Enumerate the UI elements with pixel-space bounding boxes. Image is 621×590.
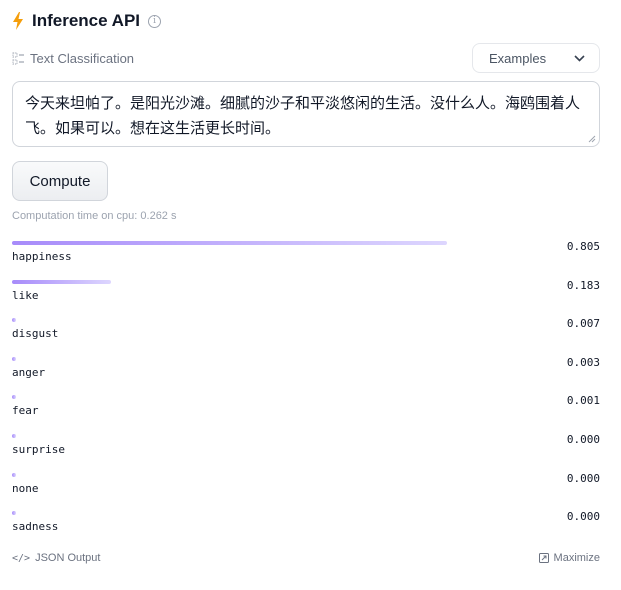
- result-score: 0.000: [566, 510, 600, 524]
- task-label: Text Classification: [12, 49, 134, 67]
- examples-label: Examples: [489, 50, 547, 66]
- text-input[interactable]: 今天来坦帕了。是阳光沙滩。细腻的沙子和平淡悠闲的生活。没什么人。海鸥围着人飞。如…: [12, 81, 600, 147]
- result-label: disgust: [12, 327, 59, 341]
- result-score: 0.805: [566, 240, 600, 253]
- score-bar: [12, 433, 16, 438]
- score-bar: [12, 395, 16, 400]
- result-label: fear: [12, 404, 39, 418]
- result-row: surprise 0.000: [12, 429, 600, 468]
- chevron-down-icon: [574, 54, 585, 62]
- result-row: anger 0.003: [12, 352, 600, 391]
- maximize-button[interactable]: Maximize: [538, 552, 600, 564]
- score-bar: [12, 472, 16, 477]
- json-output-toggle[interactable]: </> JSON Output: [12, 552, 100, 564]
- score-bar: [12, 356, 16, 361]
- result-row: happiness 0.805: [12, 236, 600, 275]
- lightning-icon: [13, 12, 23, 30]
- score-bar: [12, 318, 16, 323]
- score-bar: [12, 279, 111, 284]
- computation-time: Computation time on cpu: 0.262 s: [12, 210, 177, 222]
- result-label: surprise: [12, 442, 65, 456]
- result-row: fear 0.001: [12, 390, 600, 429]
- code-icon: </>: [12, 552, 31, 564]
- score-bar: [12, 511, 16, 516]
- result-row: like 0.183: [12, 275, 600, 314]
- compute-button[interactable]: Compute: [12, 161, 108, 201]
- result-label: happiness: [12, 250, 72, 263]
- result-label: none: [12, 481, 39, 495]
- result-row: sadness 0.000: [12, 506, 600, 545]
- result-score: 0.003: [566, 355, 600, 369]
- result-label: anger: [12, 365, 46, 379]
- result-row: disgust 0.007: [12, 313, 600, 352]
- result-label: sadness: [12, 520, 59, 534]
- result-label: like: [12, 288, 39, 302]
- result-score: 0.001: [566, 394, 600, 408]
- text-classification-icon: [12, 52, 24, 64]
- result-score: 0.007: [566, 317, 600, 331]
- task-name: Text Classification: [30, 50, 135, 66]
- maximize-label: Maximize: [553, 552, 600, 564]
- score-bar: [12, 241, 447, 245]
- result-score: 0.000: [566, 471, 600, 485]
- json-output-label: JSON Output: [35, 552, 101, 564]
- result-score: 0.000: [566, 432, 600, 446]
- widget-title: Inference API: [32, 11, 141, 30]
- resize-handle-icon[interactable]: [588, 135, 596, 143]
- widget-header: Inference API i: [12, 10, 162, 32]
- results-list: happiness 0.805 like 0.183 disgust 0.007 anger…: [12, 236, 600, 545]
- maximize-icon: [538, 553, 549, 563]
- info-icon[interactable]: i: [148, 14, 162, 28]
- examples-dropdown[interactable]: Examples: [472, 43, 600, 73]
- result-row: none 0.000: [12, 468, 600, 507]
- text-input-value: 今天来坦帕了。是阳光沙滩。细腻的沙子和平淡悠闲的生活。没什么人。海鸥围着人飞。如…: [25, 94, 581, 137]
- result-score: 0.183: [566, 278, 600, 292]
